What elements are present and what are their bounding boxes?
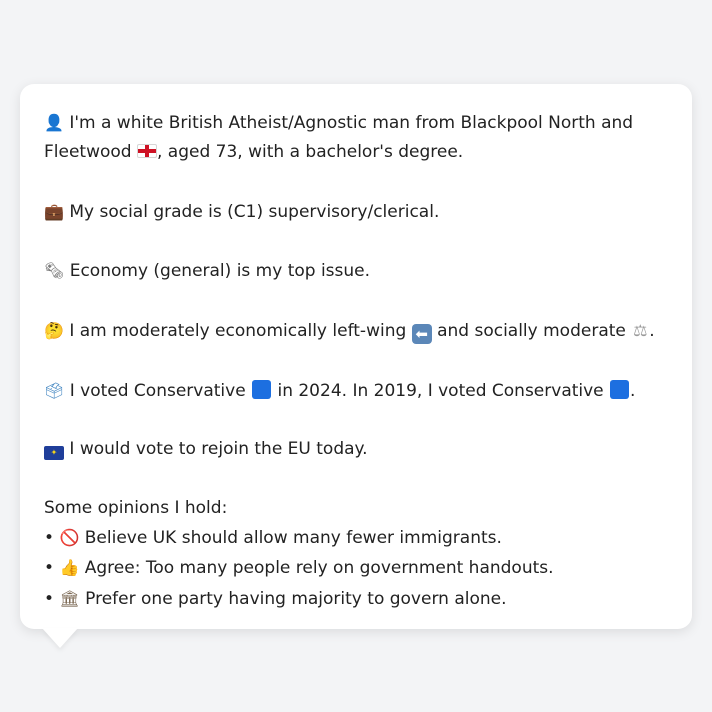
bullet: •	[44, 588, 55, 609]
classical-building-icon: 🏛	[59, 588, 80, 608]
opinion-item: • 🏛 Prefer one party having majority to …	[44, 584, 668, 614]
vote-history-text-a: I voted Conservative	[69, 380, 246, 401]
ideology-text-c: .	[649, 321, 655, 342]
england-flag-icon	[137, 144, 157, 159]
opinion-item: • 👍 Agree: Too many people rely on gover…	[44, 553, 668, 583]
opinion-item: • 🚫 Believe UK should allow many fewer i…	[44, 523, 668, 553]
ideology-text-b: and socially moderate	[437, 321, 626, 342]
ideology-line: 🤔 I am moderately economically left-wing…	[44, 316, 668, 346]
conservative-blue-square-icon	[610, 379, 630, 399]
social-grade-text: My social grade is (C1) supervisory/cler…	[69, 201, 440, 222]
left-arrow-icon: ⬅	[411, 324, 432, 345]
identity-text-b: , aged 73, with a bachelor's degree.	[157, 142, 464, 163]
ideology-text-a: I am moderately economically left-wing	[69, 321, 407, 342]
bullet: •	[44, 558, 55, 579]
opinions-heading: Some opinions I hold:	[44, 497, 228, 518]
person-silhouette-icon: 👤	[44, 113, 64, 132]
vote-history-text-c: .	[630, 380, 636, 401]
opinion-text: Believe UK should allow many fewer immig…	[84, 528, 502, 549]
thumbs-up-icon: 👍	[59, 558, 80, 578]
vote-history-text-b: in 2024. In 2019, I voted Conservative	[277, 380, 604, 401]
social-grade-line: 💼 My social grade is (C1) supervisory/cl…	[44, 197, 668, 227]
eu-text: I would vote to rejoin the EU today.	[69, 439, 368, 460]
briefcase-icon: 💼	[44, 201, 64, 221]
eu-line: ✦ I would vote to rejoin the EU today.	[44, 435, 668, 464]
newspaper-icon: 🗞	[44, 261, 65, 281]
ballot-box-icon: 🗳	[44, 380, 65, 400]
opinion-text: Prefer one party having majority to gove…	[85, 588, 507, 609]
top-issue-line: 🗞 Economy (general) is my top issue.	[44, 256, 668, 286]
speech-bubble-tail	[42, 628, 78, 648]
bullet: •	[44, 528, 55, 549]
balance-scale-icon: ⚖	[633, 321, 648, 341]
conservative-blue-square-icon	[252, 379, 272, 399]
eu-flag-icon: ✦	[44, 446, 64, 461]
opinion-text: Agree: Too many people rely on governmen…	[84, 558, 554, 579]
vote-history-line: 🗳 I voted Conservative in 2024. In 2019,…	[44, 376, 668, 406]
prohibited-icon: 🚫	[59, 528, 80, 548]
top-issue-text: Economy (general) is my top issue.	[69, 261, 371, 282]
identity-line: 👤 I'm a white British Atheist/Agnostic m…	[44, 108, 668, 168]
thinking-face-icon: 🤔	[44, 321, 64, 341]
persona-card: 👤 I'm a white British Atheist/Agnostic m…	[20, 84, 692, 629]
